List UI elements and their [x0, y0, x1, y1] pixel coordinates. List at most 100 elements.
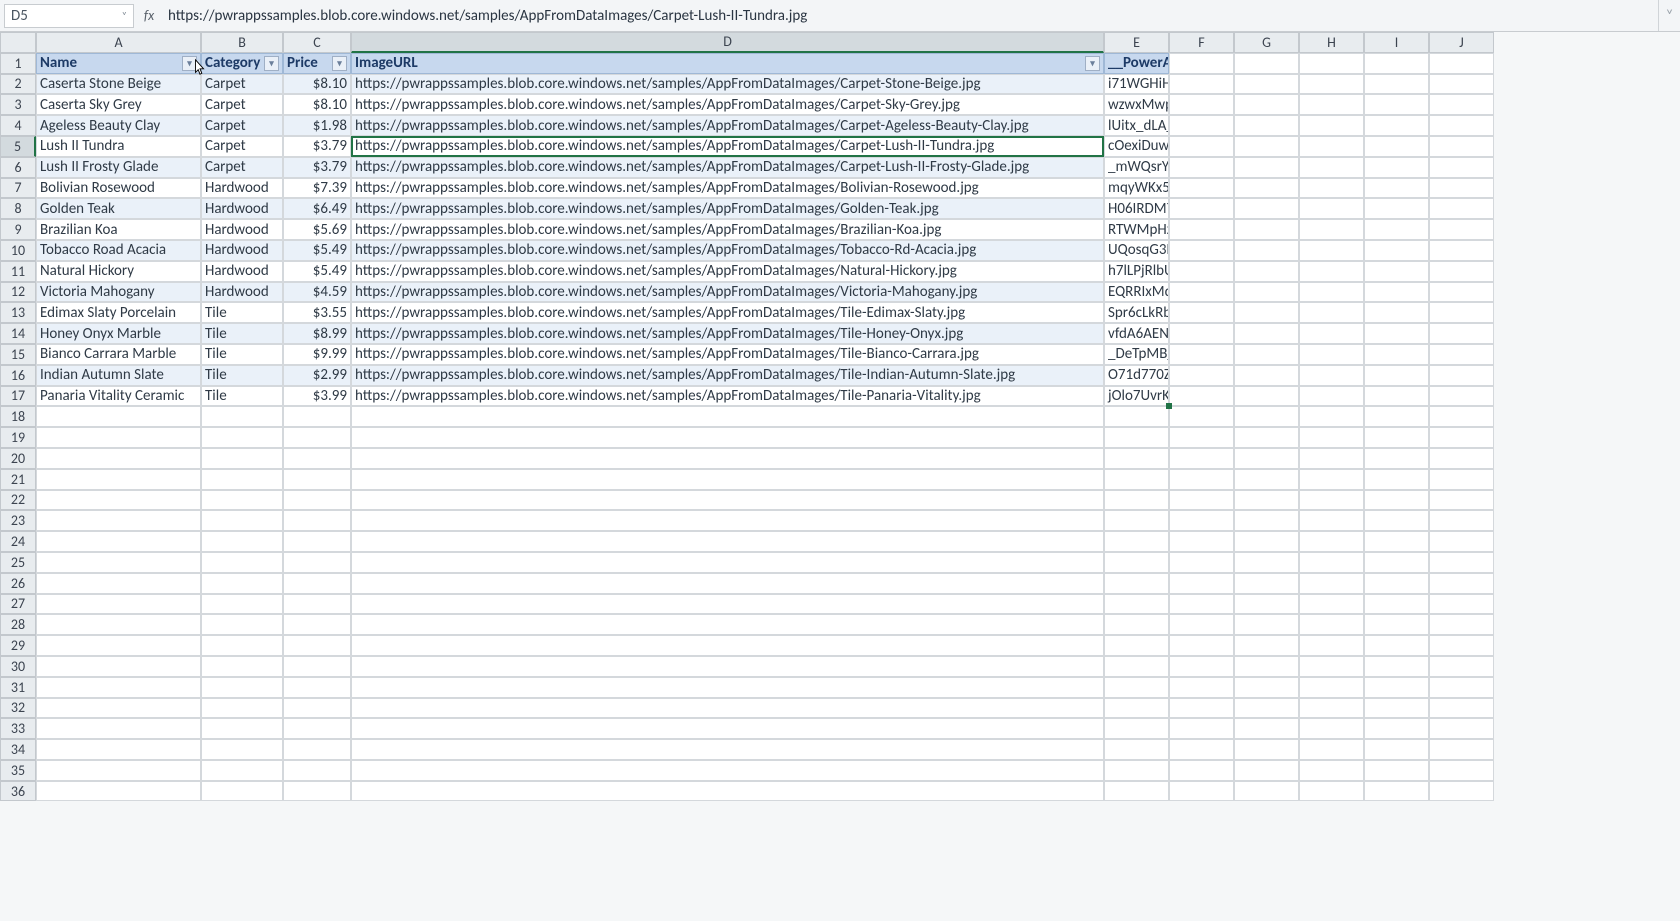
- cell-J30[interactable]: [1429, 656, 1494, 677]
- cell-H17[interactable]: [1299, 386, 1364, 407]
- cell-F10[interactable]: [1169, 240, 1234, 261]
- cell-D10[interactable]: https://pwrappssamples.blob.core.windows…: [351, 240, 1104, 261]
- cell-F29[interactable]: [1169, 635, 1234, 656]
- cell-J12[interactable]: [1429, 282, 1494, 303]
- row-header-26[interactable]: 26: [0, 573, 36, 594]
- cell-I36[interactable]: [1364, 781, 1429, 802]
- cell-B12[interactable]: Hardwood: [201, 282, 283, 303]
- cell-I30[interactable]: [1364, 656, 1429, 677]
- col-header-D[interactable]: D: [351, 32, 1104, 53]
- cell-I25[interactable]: [1364, 552, 1429, 573]
- cell-J13[interactable]: [1429, 302, 1494, 323]
- cell-E5[interactable]: cOexiDuwFzU: [1104, 136, 1169, 157]
- cell-E11[interactable]: h7lLPjRlbUU: [1104, 261, 1169, 282]
- select-all-corner[interactable]: [0, 32, 36, 53]
- cell-B10[interactable]: Hardwood: [201, 240, 283, 261]
- spreadsheet-grid[interactable]: ABCDEFGHIJ1Name▾Category▾Price▾ImageURL▾…: [0, 32, 1680, 801]
- cell-J36[interactable]: [1429, 781, 1494, 802]
- cell-J15[interactable]: [1429, 344, 1494, 365]
- cell-I32[interactable]: [1364, 698, 1429, 719]
- cell-C18[interactable]: [283, 406, 351, 427]
- cell-G36[interactable]: [1234, 781, 1299, 802]
- row-header-34[interactable]: 34: [0, 739, 36, 760]
- cell-I7[interactable]: [1364, 178, 1429, 199]
- row-header-21[interactable]: 21: [0, 469, 36, 490]
- cell-A26[interactable]: [36, 573, 201, 594]
- cell-A18[interactable]: [36, 406, 201, 427]
- cell-J18[interactable]: [1429, 406, 1494, 427]
- cell-G1[interactable]: [1234, 53, 1299, 74]
- cell-J14[interactable]: [1429, 323, 1494, 344]
- cell-F9[interactable]: [1169, 219, 1234, 240]
- cell-G28[interactable]: [1234, 614, 1299, 635]
- cell-C14[interactable]: $8.99: [283, 323, 351, 344]
- row-header-17[interactable]: 17: [0, 386, 36, 407]
- cell-C16[interactable]: $2.99: [283, 365, 351, 386]
- row-header-9[interactable]: 9: [0, 219, 36, 240]
- cell-C9[interactable]: $5.69: [283, 219, 351, 240]
- cell-F12[interactable]: [1169, 282, 1234, 303]
- cell-D22[interactable]: [351, 490, 1104, 511]
- cell-B9[interactable]: Hardwood: [201, 219, 283, 240]
- formula-input[interactable]: https://pwrappssamples.blob.core.windows…: [164, 7, 1658, 25]
- cell-I14[interactable]: [1364, 323, 1429, 344]
- cell-B29[interactable]: [201, 635, 283, 656]
- cell-F6[interactable]: [1169, 157, 1234, 178]
- row-header-2[interactable]: 2: [0, 74, 36, 95]
- cell-G29[interactable]: [1234, 635, 1299, 656]
- cell-I23[interactable]: [1364, 510, 1429, 531]
- cell-G20[interactable]: [1234, 448, 1299, 469]
- cell-G18[interactable]: [1234, 406, 1299, 427]
- row-header-1[interactable]: 1: [0, 53, 36, 74]
- cell-E21[interactable]: [1104, 469, 1169, 490]
- cell-I31[interactable]: [1364, 677, 1429, 698]
- cell-J31[interactable]: [1429, 677, 1494, 698]
- cell-C17[interactable]: $3.99: [283, 386, 351, 407]
- cell-H1[interactable]: [1299, 53, 1364, 74]
- cell-C23[interactable]: [283, 510, 351, 531]
- cell-A34[interactable]: [36, 739, 201, 760]
- row-header-5[interactable]: 5: [0, 136, 36, 157]
- cell-J17[interactable]: [1429, 386, 1494, 407]
- cell-G34[interactable]: [1234, 739, 1299, 760]
- cell-H13[interactable]: [1299, 302, 1364, 323]
- cell-G21[interactable]: [1234, 469, 1299, 490]
- cell-E30[interactable]: [1104, 656, 1169, 677]
- cell-A30[interactable]: [36, 656, 201, 677]
- cell-I2[interactable]: [1364, 74, 1429, 95]
- cell-I22[interactable]: [1364, 490, 1429, 511]
- cell-J19[interactable]: [1429, 427, 1494, 448]
- cell-B34[interactable]: [201, 739, 283, 760]
- cell-G15[interactable]: [1234, 344, 1299, 365]
- cell-E3[interactable]: wzwxMwpjtF4: [1104, 94, 1169, 115]
- row-header-31[interactable]: 31: [0, 677, 36, 698]
- cell-D5[interactable]: https://pwrappssamples.blob.core.windows…: [351, 136, 1104, 157]
- cell-J6[interactable]: [1429, 157, 1494, 178]
- cell-A35[interactable]: [36, 760, 201, 781]
- cell-J11[interactable]: [1429, 261, 1494, 282]
- cell-A36[interactable]: [36, 781, 201, 802]
- cell-F21[interactable]: [1169, 469, 1234, 490]
- cell-I8[interactable]: [1364, 198, 1429, 219]
- cell-B6[interactable]: Carpet: [201, 157, 283, 178]
- cell-E4[interactable]: lUitx_dLA_w: [1104, 115, 1169, 136]
- cell-D12[interactable]: https://pwrappssamples.blob.core.windows…: [351, 282, 1104, 303]
- cell-D21[interactable]: [351, 469, 1104, 490]
- cell-D2[interactable]: https://pwrappssamples.blob.core.windows…: [351, 74, 1104, 95]
- cell-A10[interactable]: Tobacco Road Acacia: [36, 240, 201, 261]
- row-header-35[interactable]: 35: [0, 760, 36, 781]
- cell-G11[interactable]: [1234, 261, 1299, 282]
- cell-B24[interactable]: [201, 531, 283, 552]
- cell-G4[interactable]: [1234, 115, 1299, 136]
- cell-E15[interactable]: _DeTpMB_hWs: [1104, 344, 1169, 365]
- cell-C29[interactable]: [283, 635, 351, 656]
- cell-G30[interactable]: [1234, 656, 1299, 677]
- cell-H18[interactable]: [1299, 406, 1364, 427]
- cell-B30[interactable]: [201, 656, 283, 677]
- cell-G31[interactable]: [1234, 677, 1299, 698]
- cell-E14[interactable]: vfdA6AEN8to: [1104, 323, 1169, 344]
- cell-E8[interactable]: H06IRDM7Ap4: [1104, 198, 1169, 219]
- cell-B18[interactable]: [201, 406, 283, 427]
- cell-F2[interactable]: [1169, 74, 1234, 95]
- cell-F24[interactable]: [1169, 531, 1234, 552]
